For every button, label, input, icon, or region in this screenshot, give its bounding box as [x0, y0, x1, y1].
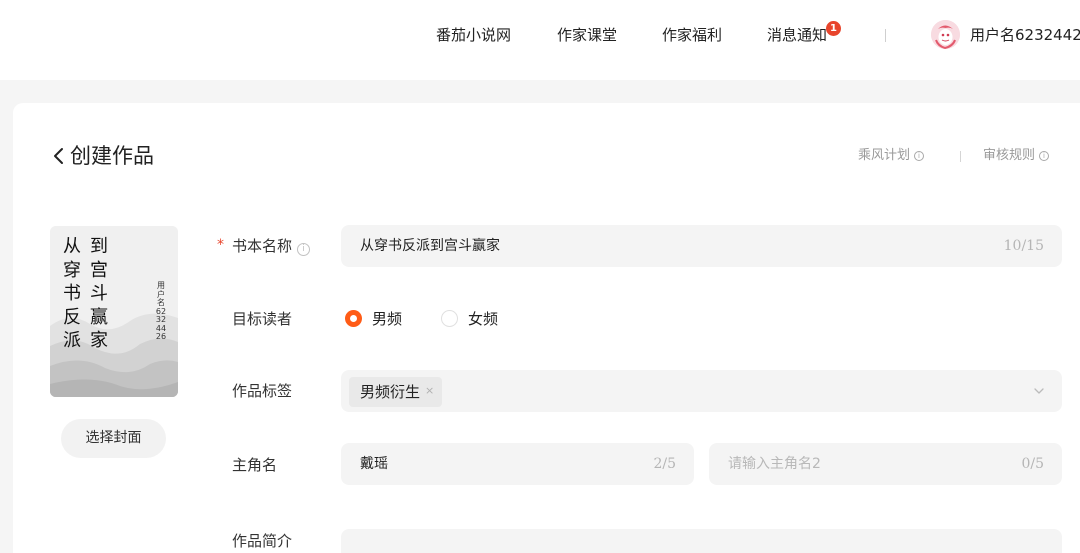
top-navigation-bar: 番茄小说网 作家课堂 作家福利 消息通知 1 用户名62324426: [0, 0, 1080, 80]
protagonist-name-2-count: 0/5: [1021, 456, 1044, 472]
cover-author-id: 用户名62324426: [155, 281, 167, 341]
nav-link-writer-benefits[interactable]: 作家福利: [662, 25, 722, 45]
tag-chip: 男频衍生 ×: [349, 377, 442, 407]
info-icon[interactable]: i: [297, 243, 311, 256]
book-cover[interactable]: 从穿书反派 到宫斗赢家 用户名62324426: [50, 226, 178, 397]
book-name-input[interactable]: 从穿书反派到宫斗赢家 10/15: [341, 225, 1062, 267]
back-chevron-icon[interactable]: [50, 144, 70, 168]
info-icon: i: [1039, 151, 1050, 161]
radio-female-audience[interactable]: [441, 310, 458, 327]
nav-link-writer-classroom[interactable]: 作家课堂: [557, 25, 617, 45]
book-name-char-count: 10/15: [1003, 238, 1044, 254]
link-review-rules-label: 审核规则: [983, 148, 1036, 163]
book-name-label-text: 书本名称: [232, 237, 293, 255]
tag-close-icon[interactable]: ×: [425, 383, 434, 399]
protagonist-label: 主角名: [232, 456, 278, 474]
choose-cover-button[interactable]: 选择封面: [61, 419, 166, 458]
info-icon: i: [914, 151, 925, 161]
protagonist-name-2-input[interactable]: 请输入主角名2 0/5: [709, 443, 1062, 485]
username[interactable]: 用户名62324426: [970, 25, 1080, 45]
page-title: 创建作品: [70, 144, 154, 168]
link-chengfeng-plan[interactable]: 乘风计划 i: [858, 147, 925, 165]
link-chengfeng-plan-label: 乘风计划: [858, 148, 911, 163]
notification-badge: 1: [826, 21, 841, 36]
nav-link-fanqie-novel[interactable]: 番茄小说网: [436, 25, 511, 45]
radio-male-audience-label[interactable]: 男频: [372, 309, 402, 329]
avatar[interactable]: [931, 20, 960, 49]
tag-chip-label: 男频衍生: [360, 383, 421, 401]
intro-textarea[interactable]: [341, 529, 1062, 553]
protagonist-name-1-input[interactable]: 戴瑶 2/5: [341, 443, 694, 485]
work-tags-label: 作品标签: [232, 382, 293, 400]
target-audience-label: 目标读者: [232, 310, 293, 328]
cover-title-column-1: 从穿书反派: [63, 236, 81, 351]
cover-title-column-2: 到宫斗赢家: [90, 236, 108, 351]
top-link-divider: [960, 151, 961, 162]
nav-link-notifications[interactable]: 消息通知: [767, 25, 827, 45]
radio-male-audience[interactable]: [345, 310, 362, 327]
work-tags-select[interactable]: [341, 370, 1062, 412]
book-name-label: 书本名称 i: [232, 236, 311, 256]
required-marker: *: [217, 237, 224, 253]
book-name-value: 从穿书反派到宫斗赢家: [360, 238, 500, 254]
nav-divider: [885, 29, 886, 42]
protagonist-name-1-count: 2/5: [653, 456, 676, 472]
link-review-rules[interactable]: 审核规则 i: [983, 147, 1050, 165]
radio-female-audience-label[interactable]: 女频: [468, 309, 498, 329]
intro-label: 作品简介: [232, 532, 293, 550]
protagonist-name-2-placeholder: 请输入主角名2: [728, 456, 821, 472]
protagonist-name-1-value: 戴瑶: [360, 456, 388, 472]
chevron-down-icon[interactable]: [1032, 384, 1046, 398]
